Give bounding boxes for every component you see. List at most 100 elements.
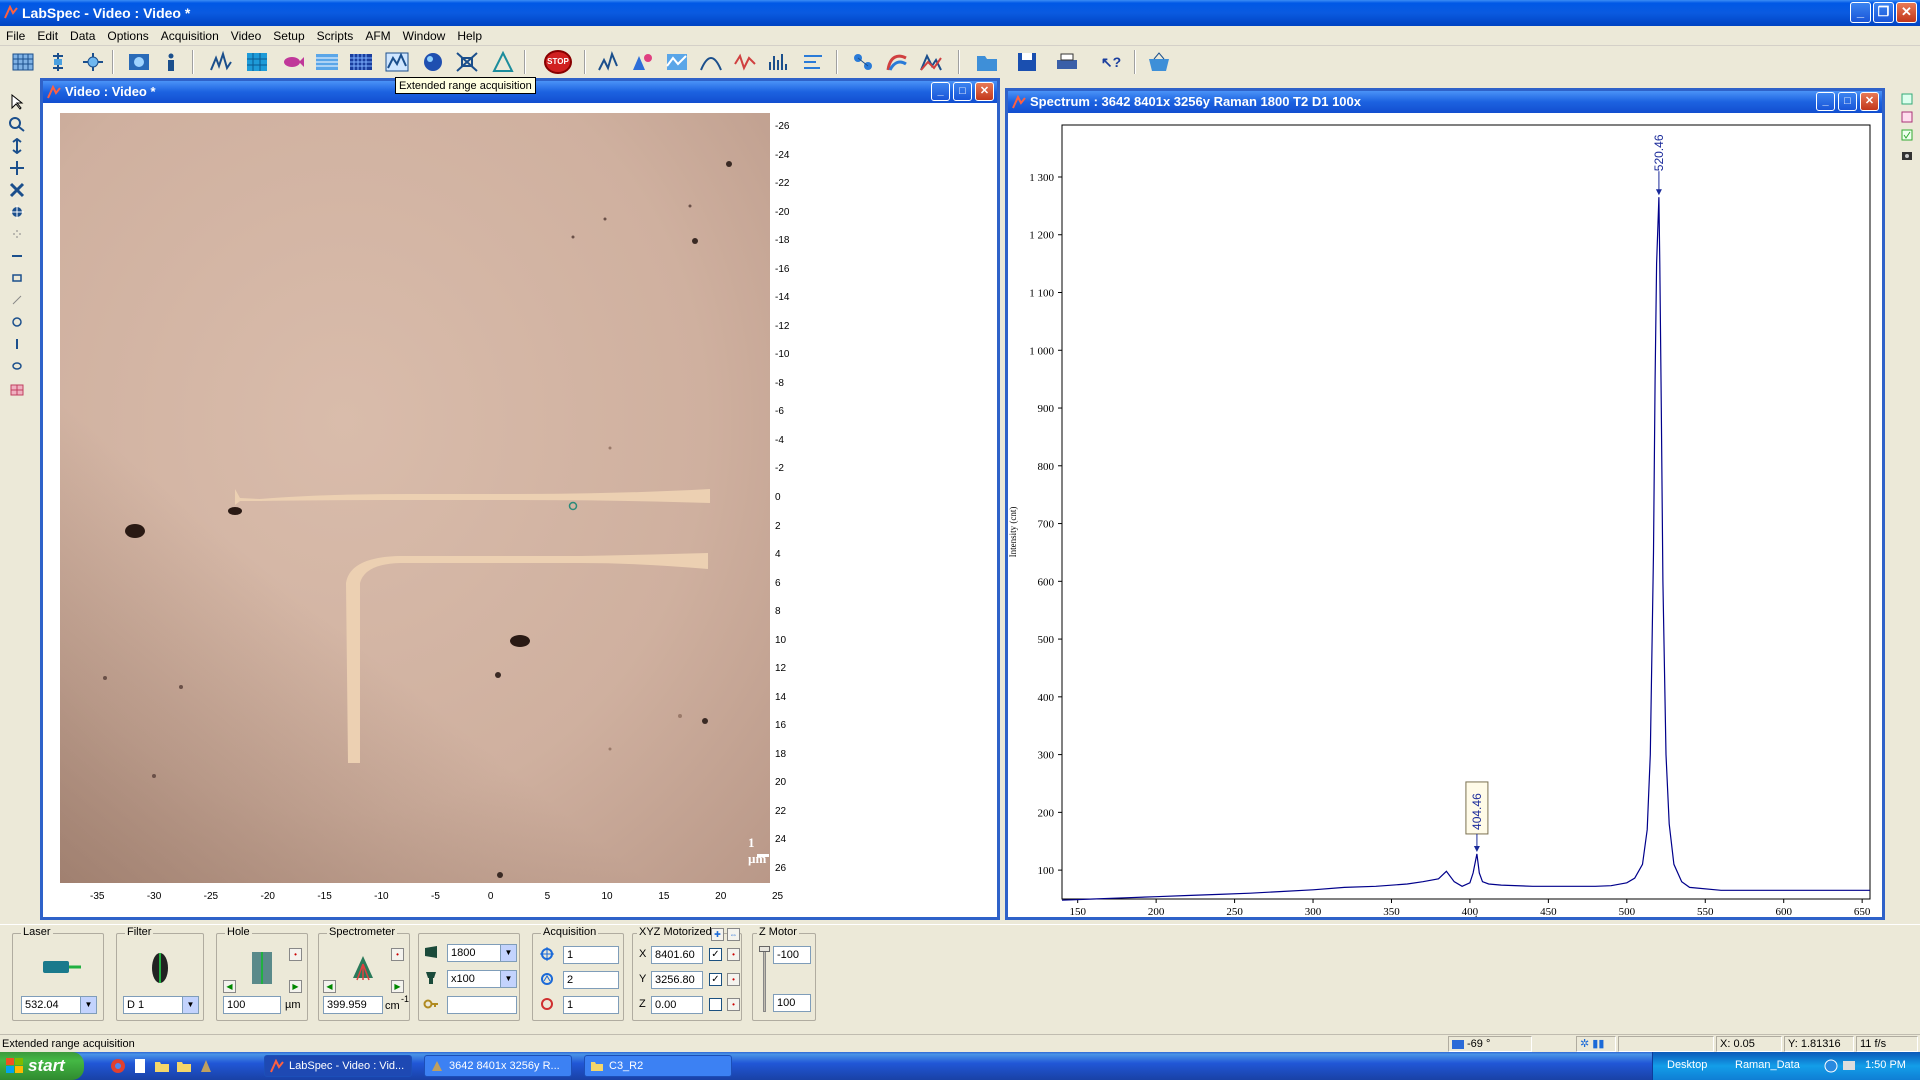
microscope-image[interactable]: 1 µm xyxy=(60,113,770,883)
print-icon[interactable] xyxy=(1054,50,1080,74)
rectangle-tool-icon[interactable] xyxy=(8,270,26,286)
spectrometer-left-arrow[interactable]: ◀ xyxy=(323,980,336,993)
xyz-target-button[interactable]: ✚ xyxy=(711,928,724,941)
y-lock-checkbox[interactable]: ✓ xyxy=(709,973,722,986)
layer-icon[interactable] xyxy=(1900,92,1914,106)
cluster-icon[interactable] xyxy=(850,50,876,74)
check-icon[interactable] xyxy=(1900,128,1914,142)
stage-icon[interactable] xyxy=(80,50,106,74)
circle-tool-icon[interactable] xyxy=(8,314,26,330)
x-lock-checkbox[interactable]: ✓ xyxy=(709,948,722,961)
filter-select[interactable]: D 1 ▼ xyxy=(123,996,199,1014)
spectrum-maximize-button[interactable]: □ xyxy=(1838,92,1857,111)
tray-raman-label[interactable]: Raman_Data xyxy=(1735,1059,1800,1071)
overlay-icon[interactable] xyxy=(918,50,944,74)
chevron-down-icon[interactable]: ▼ xyxy=(182,997,198,1013)
chemical-image-icon[interactable] xyxy=(884,50,910,74)
grating-select[interactable]: 1800 ▼ xyxy=(447,944,517,962)
histogram-icon[interactable] xyxy=(766,50,792,74)
normalize-icon[interactable] xyxy=(800,50,826,74)
globe-icon[interactable] xyxy=(420,50,446,74)
y-reset-button[interactable]: • xyxy=(727,973,740,986)
xyz-move-button[interactable]: ⇔ xyxy=(727,928,740,941)
chrome-icon[interactable] xyxy=(110,1058,126,1074)
folder-icon[interactable] xyxy=(176,1058,192,1074)
camera-icon[interactable] xyxy=(1900,148,1914,162)
video-close-button[interactable]: ✕ xyxy=(975,82,994,101)
z-motor-slider[interactable] xyxy=(763,946,766,1012)
spectrum-window[interactable]: Spectrum : 3642 8401x 3256y Raman 1800 T… xyxy=(1005,88,1885,923)
folder-icon[interactable] xyxy=(154,1058,170,1074)
menu-scripts[interactable]: Scripts xyxy=(311,26,360,46)
task-folder[interactable]: C3_R2 xyxy=(584,1055,732,1077)
derive-icon[interactable] xyxy=(732,50,758,74)
focus-icon[interactable] xyxy=(45,50,71,74)
hole-right-arrow[interactable]: ▶ xyxy=(289,980,302,993)
y-position-input[interactable]: 3256.80 xyxy=(651,971,703,989)
close-button[interactable]: ✕ xyxy=(1896,2,1917,23)
display-icon[interactable] xyxy=(1841,1058,1857,1074)
zoom-y-icon[interactable] xyxy=(8,138,26,154)
x-position-input[interactable]: 8401.60 xyxy=(651,946,703,964)
crosshair-icon[interactable] xyxy=(8,204,26,220)
chevron-down-icon[interactable]: ▼ xyxy=(500,945,516,961)
task-labspec-video[interactable]: LabSpec - Video : Vid... xyxy=(264,1055,412,1077)
video-window[interactable]: Video : Video * _ □ ✕ 1 µm -26 -24 -22 -… xyxy=(40,78,1000,920)
triangle-icon[interactable] xyxy=(490,50,516,74)
menu-file[interactable]: File xyxy=(0,26,31,46)
accumulation-input[interactable]: 2 xyxy=(563,971,619,989)
map-acquire-icon[interactable] xyxy=(244,50,270,74)
grid-acquire-icon[interactable] xyxy=(348,50,374,74)
video-viewport[interactable]: 1 µm -26 -24 -22 -20 -18 -16 -14 -12 -10 -8 -6 -4 -2… xyxy=(43,103,997,917)
repeat-input[interactable]: 1 xyxy=(563,996,619,1014)
move-icon[interactable] xyxy=(8,160,26,176)
ellipse-tool-icon[interactable] xyxy=(8,358,26,374)
chevron-down-icon[interactable]: ▼ xyxy=(500,971,516,987)
task-spectrum[interactable]: 3642 8401x 3256y R... xyxy=(424,1055,572,1077)
map-tool-icon[interactable] xyxy=(8,382,26,398)
menu-data[interactable]: Data xyxy=(64,26,101,46)
multi-acquire-icon[interactable] xyxy=(314,50,340,74)
help-icon[interactable]: ↖? xyxy=(1098,50,1124,74)
spectrum-close-button[interactable]: ✕ xyxy=(1860,92,1879,111)
hole-left-arrow[interactable]: ◀ xyxy=(223,980,236,993)
spectrometer-input[interactable]: 399.959 xyxy=(323,996,383,1014)
spectrum-plot-area[interactable]: 100 200 300 400 500 600 700 800 900 1 000 1 100 1 2… xyxy=(1008,113,1882,923)
menu-help[interactable]: Help xyxy=(451,26,488,46)
restore-button[interactable]: ❐ xyxy=(1873,2,1894,23)
save-icon[interactable] xyxy=(1014,50,1040,74)
dotted-cursor-icon[interactable] xyxy=(8,226,26,242)
chevron-down-icon[interactable]: ▼ xyxy=(80,997,96,1013)
baseline-icon[interactable] xyxy=(664,50,690,74)
peak-search-icon[interactable] xyxy=(596,50,622,74)
objective-select[interactable]: x100 ▼ xyxy=(447,970,517,988)
menu-afm[interactable]: AFM xyxy=(359,26,396,46)
fish-icon[interactable] xyxy=(280,50,306,74)
z-reset-button[interactable]: • xyxy=(727,998,740,1011)
spectrum-acquire-icon[interactable] xyxy=(208,50,234,74)
minimize-button[interactable]: _ xyxy=(1850,2,1871,23)
hole-input[interactable]: 100 xyxy=(223,996,281,1014)
vertical-line-icon[interactable] xyxy=(8,336,26,352)
laser-select[interactable]: 532.04 ▼ xyxy=(21,996,97,1014)
peak-fit-icon[interactable] xyxy=(630,50,656,74)
basket-icon[interactable] xyxy=(1146,50,1172,74)
network-icon[interactable] xyxy=(1823,1058,1839,1074)
menu-window[interactable]: Window xyxy=(397,26,452,46)
spectrometer-right-arrow[interactable]: ▶ xyxy=(391,980,404,993)
z-position-input[interactable]: 0.00 xyxy=(651,996,703,1014)
pointer-icon[interactable] xyxy=(8,94,26,110)
autofocus-icon[interactable] xyxy=(454,50,480,74)
color-icon[interactable] xyxy=(1900,110,1914,124)
stop-button[interactable]: STOP xyxy=(544,50,572,74)
labspec-launcher-icon[interactable] xyxy=(198,1058,214,1074)
spectrometer-red-button[interactable]: • xyxy=(391,948,404,961)
z-motor-slider-thumb[interactable] xyxy=(759,946,770,952)
menu-setup[interactable]: Setup xyxy=(267,26,310,46)
extra-input[interactable] xyxy=(447,996,517,1014)
menu-edit[interactable]: Edit xyxy=(31,26,64,46)
smooth-icon[interactable] xyxy=(698,50,724,74)
spectrum-chart[interactable]: 100 200 300 400 500 600 700 800 900 1 000 1 100 1 2… xyxy=(1008,113,1882,923)
menu-video[interactable]: Video xyxy=(225,26,267,46)
fit-icon[interactable] xyxy=(8,182,26,198)
